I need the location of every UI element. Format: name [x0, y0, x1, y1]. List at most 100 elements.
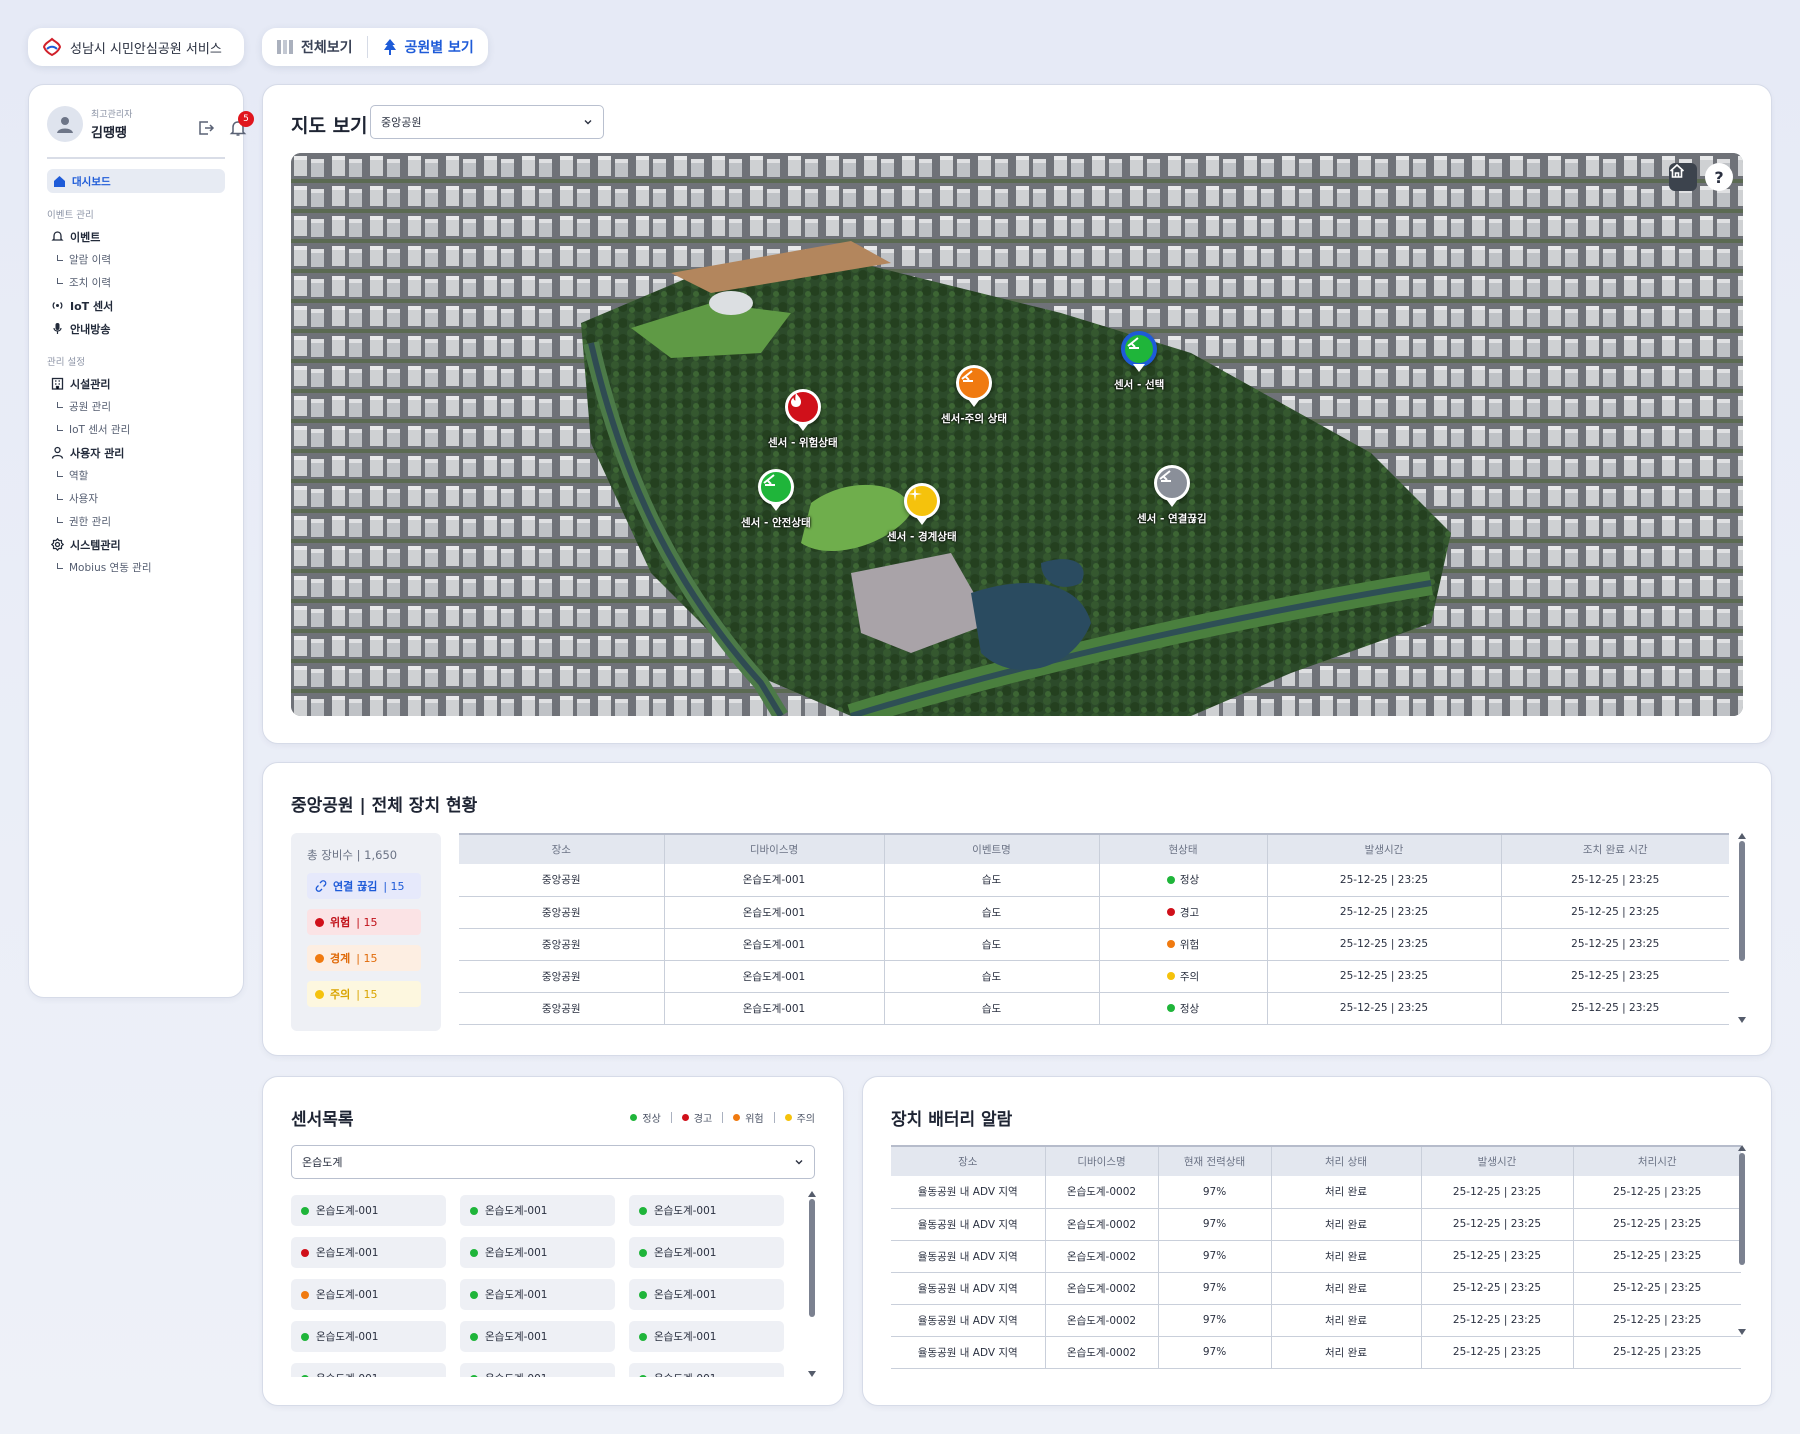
park-select-value: 중앙공원	[381, 116, 422, 129]
device-status-table: 장소 디바이스명 이벤트명 현상태 발생시간 조치 완료 시간 중앙공원 온습도계…	[459, 833, 1729, 1025]
map-help-button[interactable]: ?	[1705, 163, 1733, 191]
sidebar-item-role[interactable]: 역할	[47, 464, 225, 487]
scroll-thumb[interactable]	[1739, 1153, 1745, 1265]
sidebar-item-user-manage[interactable]: 사용자 관리	[47, 441, 225, 464]
cell-occurred: 25-12-25 | 23:25	[1267, 896, 1502, 929]
sidebar-item-dashboard[interactable]: 대시보드	[47, 169, 225, 193]
table-row[interactable]: 중앙공원 온습도계-001 습도 정상 25-12-25 | 23:25 25-12-25…	[459, 992, 1729, 1025]
status-dot	[315, 953, 324, 963]
gear-icon	[51, 538, 64, 551]
sidebar-item-mobius[interactable]: Mobius 연동 관리	[47, 556, 225, 579]
sensor-item[interactable]: 온습도계-001	[291, 1321, 446, 1352]
column-header: 디바이스명	[664, 833, 885, 864]
table-row[interactable]: 율동공원 내 ADV 지역 온습도계-0002 97% 처리 완료 25-12-25 |…	[891, 1240, 1741, 1273]
map-marker-danger[interactable]: 센서 - 위험상태	[768, 389, 838, 450]
avatar[interactable]	[47, 106, 83, 142]
tab-park-view[interactable]: 공원별 보기	[372, 32, 484, 62]
map-marker-warning[interactable]: 센서-주의 상태	[941, 365, 1007, 426]
cell-state: 경고	[1099, 896, 1268, 929]
map-panel: 지도 보기 중앙공원 ? 센서 - 위험상태 센서-주의 상태 센서 - 선택 …	[262, 84, 1772, 744]
cell-resolved: 25-12-25 | 23:25	[1501, 864, 1729, 897]
chip-caution[interactable]: 경계 | 15	[307, 945, 421, 971]
table-header-row: 장소 디바이스명 이벤트명 현상태 발생시간 조치 완료 시간	[459, 833, 1729, 864]
table-row[interactable]: 율동공원 내 ADV 지역 온습도계-0002 97% 처리 완료 25-12-25 |…	[891, 1176, 1741, 1209]
sidebar-item-broadcast[interactable]: 안내방송	[47, 317, 225, 340]
signal-icon	[52, 302, 63, 309]
map-view[interactable]: ? 센서 - 위험상태 센서-주의 상태 센서 - 선택 센서 - 안전상태 센…	[291, 153, 1743, 716]
table-row[interactable]: 율동공원 내 ADV 지역 온습도계-0002 97% 처리 완료 25-12-25 |…	[891, 1304, 1741, 1337]
chip-danger[interactable]: 위험 | 15	[307, 909, 421, 935]
marker-pin	[757, 469, 794, 511]
sidebar-item-park-manage[interactable]: 공원 관리	[47, 395, 225, 418]
table-row[interactable]: 율동공원 내 ADV 지역 온습도계-0002 97% 처리 완료 25-12-25 |…	[891, 1336, 1741, 1369]
park-select[interactable]: 중앙공원	[370, 105, 604, 139]
scroll-thumb[interactable]	[809, 1199, 815, 1317]
sensor-item[interactable]: 온습도계-001	[460, 1279, 615, 1310]
sensor-item[interactable]: 온습도계-001	[291, 1195, 446, 1226]
cell-occurred: 25-12-25 | 23:25	[1421, 1176, 1574, 1209]
scroll-down-icon	[1738, 1329, 1746, 1335]
sensor-item[interactable]: 온습도계-001	[629, 1363, 784, 1377]
table-row[interactable]: 중앙공원 온습도계-001 습도 정상 25-12-25 | 23:25 25-12-25…	[459, 864, 1729, 897]
table-row[interactable]: 중앙공원 온습도계-001 습도 위험 25-12-25 | 23:25 25-12-25…	[459, 928, 1729, 961]
table-row[interactable]: 율동공원 내 ADV 지역 온습도계-0002 97% 처리 완료 25-12-25 |…	[891, 1272, 1741, 1305]
battery-scrollbar[interactable]	[1738, 1145, 1746, 1335]
sensor-item-label: 온습도계-001	[485, 1371, 547, 1377]
sensor-item[interactable]: 온습도계-001	[460, 1237, 615, 1268]
sidebar-item-facility[interactable]: 시설관리	[47, 372, 225, 395]
sensor-item[interactable]: 온습도계-001	[629, 1237, 784, 1268]
table-row[interactable]: 중앙공원 온습도계-001 습도 경고 25-12-25 | 23:25 25-12-25…	[459, 896, 1729, 929]
sub-item-marker-icon	[57, 517, 63, 523]
cell-place: 율동공원 내 ADV 지역	[891, 1176, 1046, 1209]
table-row[interactable]: 중앙공원 온습도계-001 습도 주의 25-12-25 | 23:25 25-12-25…	[459, 960, 1729, 993]
map-home-button[interactable]	[1669, 163, 1697, 191]
device-summary: 총 장비수 | 1,650 연결 끊김 | 15 위험 | 15 경계 | 15…	[291, 833, 441, 1031]
sensor-type-select[interactable]: 온습도계	[291, 1145, 815, 1179]
cell-place: 율동공원 내 ADV 지역	[891, 1208, 1046, 1241]
chip-warning[interactable]: 주의 | 15	[307, 981, 421, 1007]
legend-dot	[733, 1114, 741, 1121]
sensor-item[interactable]: 온습도계-001	[629, 1321, 784, 1352]
column-header: 장소	[891, 1145, 1046, 1176]
table-row[interactable]: 율동공원 내 ADV 지역 온습도계-0002 97% 처리 완료 25-12-25 |…	[891, 1208, 1741, 1241]
map-marker-normal[interactable]: 센서 - 안전상태	[741, 469, 811, 530]
sensor-item[interactable]: 온습도계-001	[460, 1363, 615, 1377]
sensor-item[interactable]: 온습도계-001	[291, 1279, 446, 1310]
notification-button[interactable]: 5	[229, 111, 254, 141]
sidebar-item-users[interactable]: 사용자	[47, 487, 225, 510]
tab-overview[interactable]: 전체보기	[266, 32, 363, 62]
sidebar-item-iot-sensor-manage[interactable]: IoT 센서 관리	[47, 418, 225, 441]
sidebar-item-system[interactable]: 시스템관리	[47, 533, 225, 556]
sensor-item[interactable]: 온습도계-001	[460, 1195, 615, 1226]
sidebar-item-iot-sensor[interactable]: IoT 센서	[47, 294, 225, 317]
sensor-item[interactable]: 온습도계-001	[291, 1237, 446, 1268]
chip-disconnected[interactable]: 연결 끊김 | 15	[307, 873, 421, 899]
scroll-thumb[interactable]	[1739, 841, 1745, 961]
sensor-item[interactable]: 온습도계-001	[629, 1195, 784, 1226]
sidebar-item-alarm-history[interactable]: 알람 이력	[47, 248, 225, 271]
logout-button[interactable]	[197, 119, 215, 141]
cell-occurred: 25-12-25 | 23:25	[1421, 1336, 1574, 1369]
sidebar-item-permission[interactable]: 권한 관리	[47, 510, 225, 533]
cell-device: 온습도계-0002	[1045, 1272, 1159, 1305]
sidebar-item-event[interactable]: 이벤트	[47, 225, 225, 248]
map-marker-selected[interactable]: 센서 - 선택	[1114, 331, 1164, 392]
brand-pill[interactable]: 성남시 시민안심공원 서비스	[28, 28, 244, 66]
fire-icon	[790, 393, 801, 407]
device-status-rows: 중앙공원 온습도계-001 습도 정상 25-12-25 | 23:25 25-12-25…	[459, 864, 1729, 1025]
column-header: 처리 상태	[1271, 1145, 1422, 1176]
chip-label: 연결 끊김	[333, 880, 378, 893]
sidebar-item-action-history[interactable]: 조치 이력	[47, 271, 225, 294]
city-emblem-icon	[42, 37, 62, 57]
cell-device: 온습도계-001	[664, 864, 885, 897]
map-marker-caution[interactable]: 센서 - 경계상태	[887, 483, 957, 544]
sensor-item[interactable]: 온습도계-001	[629, 1279, 784, 1310]
status-dot	[639, 1374, 647, 1377]
sensor-item[interactable]: 온습도계-001	[460, 1321, 615, 1352]
status-scrollbar[interactable]	[1738, 833, 1746, 1023]
sensor-scrollbar[interactable]	[808, 1191, 816, 1377]
tree-icon	[383, 39, 396, 55]
map-marker-disconnected[interactable]: 센서 - 연결끊김	[1137, 465, 1207, 526]
sidebar-item-role-label: 역할	[69, 470, 89, 482]
sensor-item[interactable]: 온습도계-001	[291, 1363, 446, 1377]
